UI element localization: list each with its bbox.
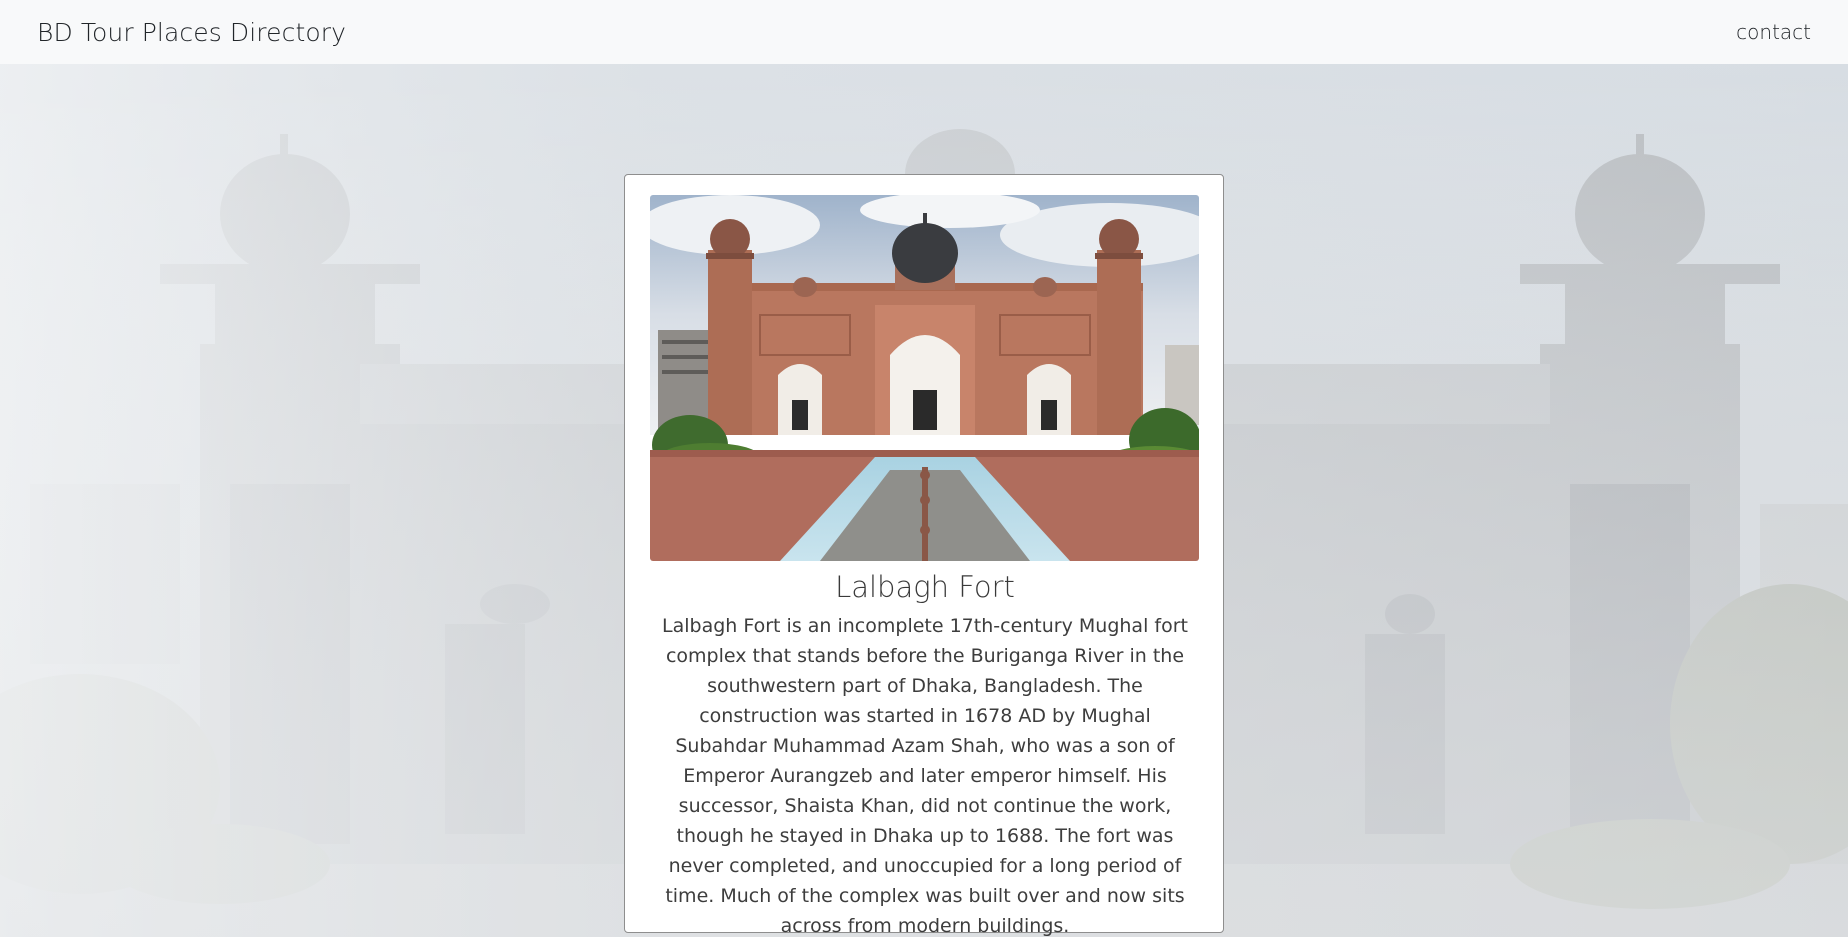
place-description: Lalbagh Fort is an incomplete 17th-centu… bbox=[662, 615, 1188, 937]
contact-link[interactable]: contact bbox=[1736, 20, 1811, 44]
place-title: Lalbagh Fort bbox=[835, 570, 1015, 604]
lalbagh-fort-photo bbox=[650, 195, 1199, 561]
brand-link[interactable]: BD Tour Places Directory bbox=[37, 18, 346, 47]
top-navbar: BD Tour Places Directory contact bbox=[0, 0, 1848, 64]
place-card: Lalbagh Fort Lalbagh Fort is an incomple… bbox=[624, 174, 1224, 937]
